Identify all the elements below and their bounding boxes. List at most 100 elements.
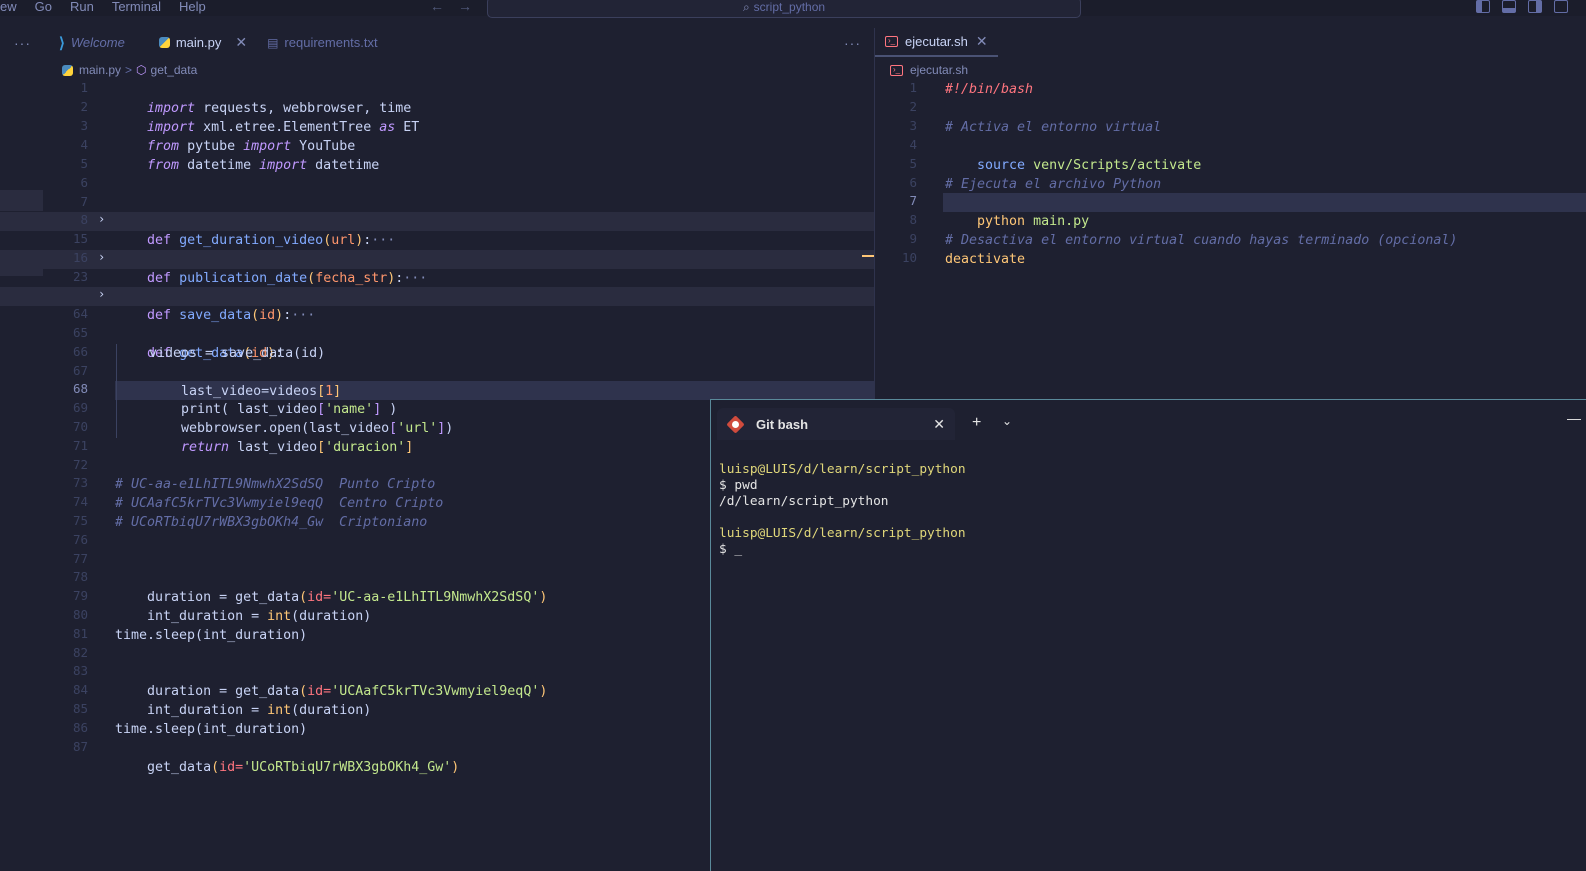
string: 'duracion'	[325, 440, 406, 455]
line-number: 72	[72, 457, 88, 472]
editor-more-actions-icon[interactable]: ···	[844, 35, 861, 51]
menu-help[interactable]: Help	[179, 0, 206, 16]
terminal-command: $ pwd	[719, 478, 758, 493]
terminal-input-line[interactable]: $ _	[719, 542, 966, 558]
line-number: 64	[72, 306, 88, 321]
code-text: (duration)	[291, 703, 372, 718]
comment-line: # Desactiva el entorno virtual cuando ha…	[945, 233, 1458, 248]
fold-chevron-icon[interactable]: ›	[98, 287, 105, 301]
toggle-secondary-sidebar-icon[interactable]	[1528, 0, 1542, 13]
breadcrumb-symbol[interactable]: get_data	[151, 63, 198, 77]
close-icon[interactable]: ✕	[235, 34, 247, 51]
line-number: 75	[72, 513, 88, 528]
fold-chevron-icon[interactable]: ›	[98, 250, 105, 264]
line-number: 86	[72, 720, 88, 735]
customize-layout-icon[interactable]	[1554, 0, 1568, 13]
line-number: 3	[80, 118, 88, 133]
code-line: def publication_date(fecha_str):···	[147, 271, 428, 286]
menu-run[interactable]: Run	[70, 0, 94, 16]
chevron-down-icon[interactable]: ⌄	[1002, 414, 1012, 428]
line-number: 5	[80, 156, 88, 171]
terminal-prompt: luisp@LUIS/d/learn/script_python	[719, 462, 966, 477]
line-number: 3	[909, 118, 917, 133]
line-number: 69	[72, 400, 88, 415]
terminal-output[interactable]: luisp@LUIS/d/learn/script_python $ pwd /…	[719, 462, 966, 558]
keyword: import	[259, 158, 308, 173]
breadcrumb-file[interactable]: ejecutar.sh	[910, 63, 968, 77]
code-line: videos = save_data(id)	[149, 346, 326, 361]
left-editor-tabbar: ··· ⟩ Welcome main.py ✕ ▤ requirements.t…	[0, 28, 874, 57]
terminal-tab-git-bash[interactable]: Git bash ✕	[717, 408, 955, 440]
modified-marker	[862, 255, 874, 257]
line-number: 82	[72, 645, 88, 660]
right-editor-tabbar: ›_ ejecutar.sh ✕	[875, 28, 1586, 57]
line-number: 68	[72, 381, 88, 396]
line-number: 66	[72, 344, 88, 359]
terminal-tab-label: Git bash	[756, 416, 809, 432]
more-actions-icon[interactable]: ···	[14, 35, 31, 51]
line-number: 71	[72, 438, 88, 453]
command-center-search[interactable]: ⌕ script_python	[487, 0, 1081, 18]
code-line: duration = get_data(id='UCAafC5krTVc3Vwm…	[147, 684, 548, 699]
keyword: from	[147, 158, 180, 173]
back-arrow-icon[interactable]: ←	[430, 0, 458, 14]
git-icon	[726, 414, 745, 434]
minimize-icon[interactable]: —	[1567, 410, 1581, 426]
code-line: def get_duration_video(url):···	[147, 233, 396, 248]
breadcrumb-file[interactable]: main.py	[79, 63, 121, 77]
comment-line: # Activa el entorno virtual	[945, 120, 1162, 135]
layout-controls	[1476, 0, 1568, 13]
tab-main-py[interactable]: main.py ✕	[149, 28, 257, 57]
symbol-method-icon: ⬡	[136, 63, 147, 77]
tab-label: requirements.txt	[284, 35, 378, 50]
tab-welcome[interactable]: ⟩ Welcome	[49, 28, 135, 57]
tab-requirements-txt[interactable]: ▤ requirements.txt	[257, 28, 388, 57]
builtin: int	[267, 609, 292, 624]
menu-bar: ew Go Run Terminal Help ←→ ⌕ script_pytho…	[0, 0, 1586, 18]
line-number: 10	[901, 250, 917, 265]
forward-arrow-icon[interactable]: →	[458, 0, 486, 14]
git-bash-terminal[interactable]: Git bash ✕ + ⌄ — luisp@LUIS/d/learn/scri…	[710, 399, 1586, 871]
line-number: 9	[909, 231, 917, 246]
search-text: script_python	[753, 0, 826, 14]
line-number: 80	[72, 607, 88, 622]
breadcrumb: ›_ ejecutar.sh	[890, 62, 968, 78]
code-text: ET	[395, 120, 420, 135]
line-number: 77	[72, 551, 88, 566]
tab-label: ejecutar.sh	[905, 34, 968, 49]
argument: venv/Scripts/activate	[1025, 158, 1202, 173]
shebang-line: #!/bin/bash	[945, 82, 1034, 97]
line-number: 15	[72, 231, 88, 246]
code-text: )	[445, 421, 454, 436]
tab-label: Welcome	[70, 35, 125, 50]
code-text: int_duration =	[147, 609, 268, 624]
code-line: last_video=videos[1]	[181, 384, 342, 399]
comment-line: # UC-aa-e1LhITL9NmwhX2SdSQ Punto Cripto	[115, 477, 436, 492]
fold-chevron-icon[interactable]: ›	[98, 212, 105, 226]
shell-icon: ›_	[890, 64, 903, 76]
code-line: time.sleep(int_duration)	[115, 722, 308, 737]
close-icon[interactable]: ✕	[976, 33, 988, 50]
menu-terminal[interactable]: Terminal	[112, 0, 161, 16]
line-number: 81	[72, 626, 88, 641]
python-icon	[62, 64, 73, 76]
ejecutar-sh-editor[interactable]: 1 2 3 4 5 6 7 8 9 10 #!/bin/bash # Activ…	[875, 80, 1586, 280]
toggle-panel-icon[interactable]	[1502, 0, 1516, 13]
folded-ellipsis[interactable]: ···	[291, 308, 315, 323]
line-number: 8	[80, 212, 88, 227]
builtin: int	[267, 703, 292, 718]
new-tab-plus-icon[interactable]: +	[972, 414, 981, 432]
folded-ellipsis[interactable]: ···	[403, 271, 427, 286]
line-number: 76	[72, 532, 88, 547]
function-name: get_duration_video	[179, 233, 324, 248]
tab-ejecutar-sh[interactable]: ›_ ejecutar.sh ✕	[875, 28, 998, 57]
toggle-primary-sidebar-icon[interactable]	[1476, 0, 1490, 13]
python-icon	[158, 37, 170, 48]
close-icon[interactable]: ✕	[933, 416, 945, 433]
code-line: from pytube import YouTube	[115, 118, 355, 154]
line-number: 7	[909, 193, 917, 208]
line-number: 85	[72, 701, 88, 716]
menu-go[interactable]: Go	[35, 0, 52, 16]
folded-ellipsis[interactable]: ···	[371, 233, 395, 248]
menu-view[interactable]: ew	[0, 0, 17, 16]
